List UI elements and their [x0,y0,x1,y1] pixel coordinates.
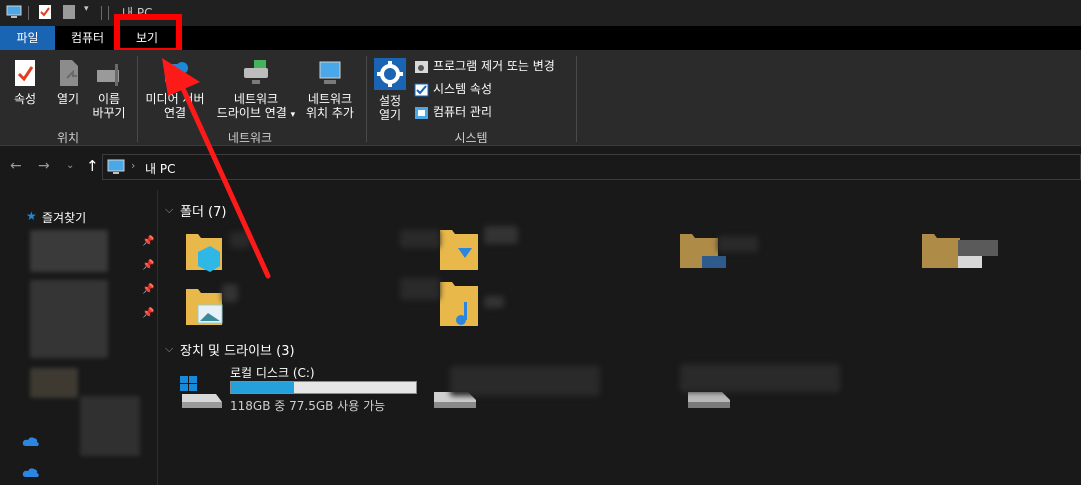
up-arrow-icon[interactable]: ↑ [86,157,99,175]
media-server-icon [165,62,188,82]
computer-icon [107,159,125,174]
collapse-chevron-icon[interactable]: ⌵ [165,203,173,217]
navigation-pane: ★ 즐겨찾기 📌 📌 📌 📌 [0,190,158,485]
gear-icon [374,58,406,90]
open-settings-button[interactable]: 설정 열기 [370,58,410,122]
windows-drive-icon[interactable] [178,376,224,410]
pin-icon[interactable]: 📌 [142,236,154,247]
properties-label: 속성 [13,92,37,106]
drive-usage-fill [231,382,294,393]
group-label-system: 시스템 [454,131,488,145]
highlight-box [114,14,182,54]
breadcrumb-chevron-icon[interactable]: › [131,159,135,172]
computer-icon [6,5,22,18]
pin-icon[interactable]: 📌 [142,308,154,319]
rename-icon [97,64,119,86]
network-location-icon [319,61,341,84]
media-server-button[interactable]: 미디어 서버 연결 [142,58,208,120]
rename-label-line1: 이름 [97,92,121,106]
folders-section-header[interactable]: 폴더 (7) [180,201,226,220]
devices-section-header[interactable]: 장치 및 드라이브 (3) [180,340,295,359]
redacted-name [230,232,250,248]
ribbon-panel: 속성 열기 이름 바꾸기 위치 미디어 서버 연결 네트워크 드라이브 연결 ▾… [0,50,1081,146]
rename-button[interactable]: 이름 바꾸기 [88,58,130,120]
computer-management-icon [415,106,428,119]
star-icon: ★ [26,209,37,223]
pin-icon[interactable]: 📌 [142,284,154,295]
media-server-label-line1: 미디어 서버 [145,92,205,106]
add-network-location-button[interactable]: 네트워크 위치 추가 [302,58,358,120]
map-drive-label-line1: 네트워크 [233,92,279,106]
redacted-name [400,278,440,300]
computer-management-label: 컴퓨터 관리 [433,105,493,119]
redacted-region [30,230,108,272]
system-properties-icon [414,83,429,96]
onedrive-cloud-icon [22,468,39,477]
breadcrumb-current[interactable]: 내 PC [145,160,175,177]
divider [108,6,109,20]
settings-label-line1: 설정 [378,94,402,108]
redacted-name [450,366,600,396]
group-label-location: 위치 [56,131,80,145]
recent-locations-chevron-icon[interactable]: ⌄ [66,160,74,171]
forward-arrow-icon[interactable]: → [38,158,50,174]
drive-usage-bar [230,381,417,394]
tab-computer[interactable]: 컴퓨터 [60,26,115,50]
redacted-name [484,226,518,244]
drive-c-name[interactable]: 로컬 디스크 (C:) [230,364,315,381]
collapse-chevron-icon[interactable]: ⌵ [165,342,173,356]
redacted-region [80,396,140,456]
network-drive-icon [244,60,268,84]
divider [28,6,29,20]
divider [101,6,102,20]
folder-music-icon[interactable] [438,276,482,328]
redacted-region [30,280,108,358]
properties-quick-icon[interactable] [38,4,52,20]
folder-3d-objects-icon[interactable] [184,230,224,272]
folder-pictures-icon[interactable] [184,285,224,327]
pin-icon[interactable]: 📌 [142,260,154,271]
system-properties-button[interactable]: 시스템 속성 [414,79,492,99]
redacted-name [222,284,238,302]
map-drive-label-line2: 드라이브 연결 ▾ [216,106,296,120]
open-button[interactable]: 열기 [50,58,86,106]
system-properties-label: 시스템 속성 [433,82,493,96]
group-label-network: 네트워크 [227,131,273,145]
computer-management-button[interactable]: 컴퓨터 관리 [414,102,492,122]
settings-label-line2: 열기 [378,108,402,122]
tab-file[interactable]: 파일 [0,26,55,50]
uninstall-icon [415,60,428,73]
onedrive-cloud-icon [22,437,39,446]
properties-icon [15,60,35,86]
open-icon [60,60,78,86]
folder-downloads-icon[interactable] [438,224,482,272]
sidebar-item-quick-access[interactable]: 즐겨찾기 [42,209,86,226]
folder-documents-icon[interactable] [920,228,1000,272]
map-network-drive-button[interactable]: 네트워크 드라이브 연결 ▾ [210,58,302,122]
add-location-label-line2: 위치 추가 [306,106,354,120]
uninstall-program-button[interactable]: 프로그램 제거 또는 변경 [414,56,555,76]
redacted-name [718,236,758,252]
properties-button[interactable]: 속성 [6,58,44,106]
quick-access-dropdown-icon[interactable]: ▾ [84,4,89,14]
media-server-label-line2: 연결 [163,106,187,120]
address-bar[interactable]: › 내 PC [102,154,1081,180]
divider [366,56,367,142]
uninstall-label: 프로그램 제거 또는 변경 [433,59,555,73]
redacted-name [400,230,440,248]
add-location-label-line1: 네트워크 [307,92,353,106]
open-label: 열기 [56,92,80,106]
rename-label-line2: 바꾸기 [92,106,126,120]
new-folder-quick-icon[interactable] [62,4,76,20]
redacted-name [680,364,840,392]
redacted-name [484,296,504,308]
redacted-region [30,368,78,398]
back-arrow-icon[interactable]: ← [10,158,22,174]
drive-c-free-space: 118GB 중 77.5GB 사용 가능 [230,399,386,413]
divider [576,56,577,142]
